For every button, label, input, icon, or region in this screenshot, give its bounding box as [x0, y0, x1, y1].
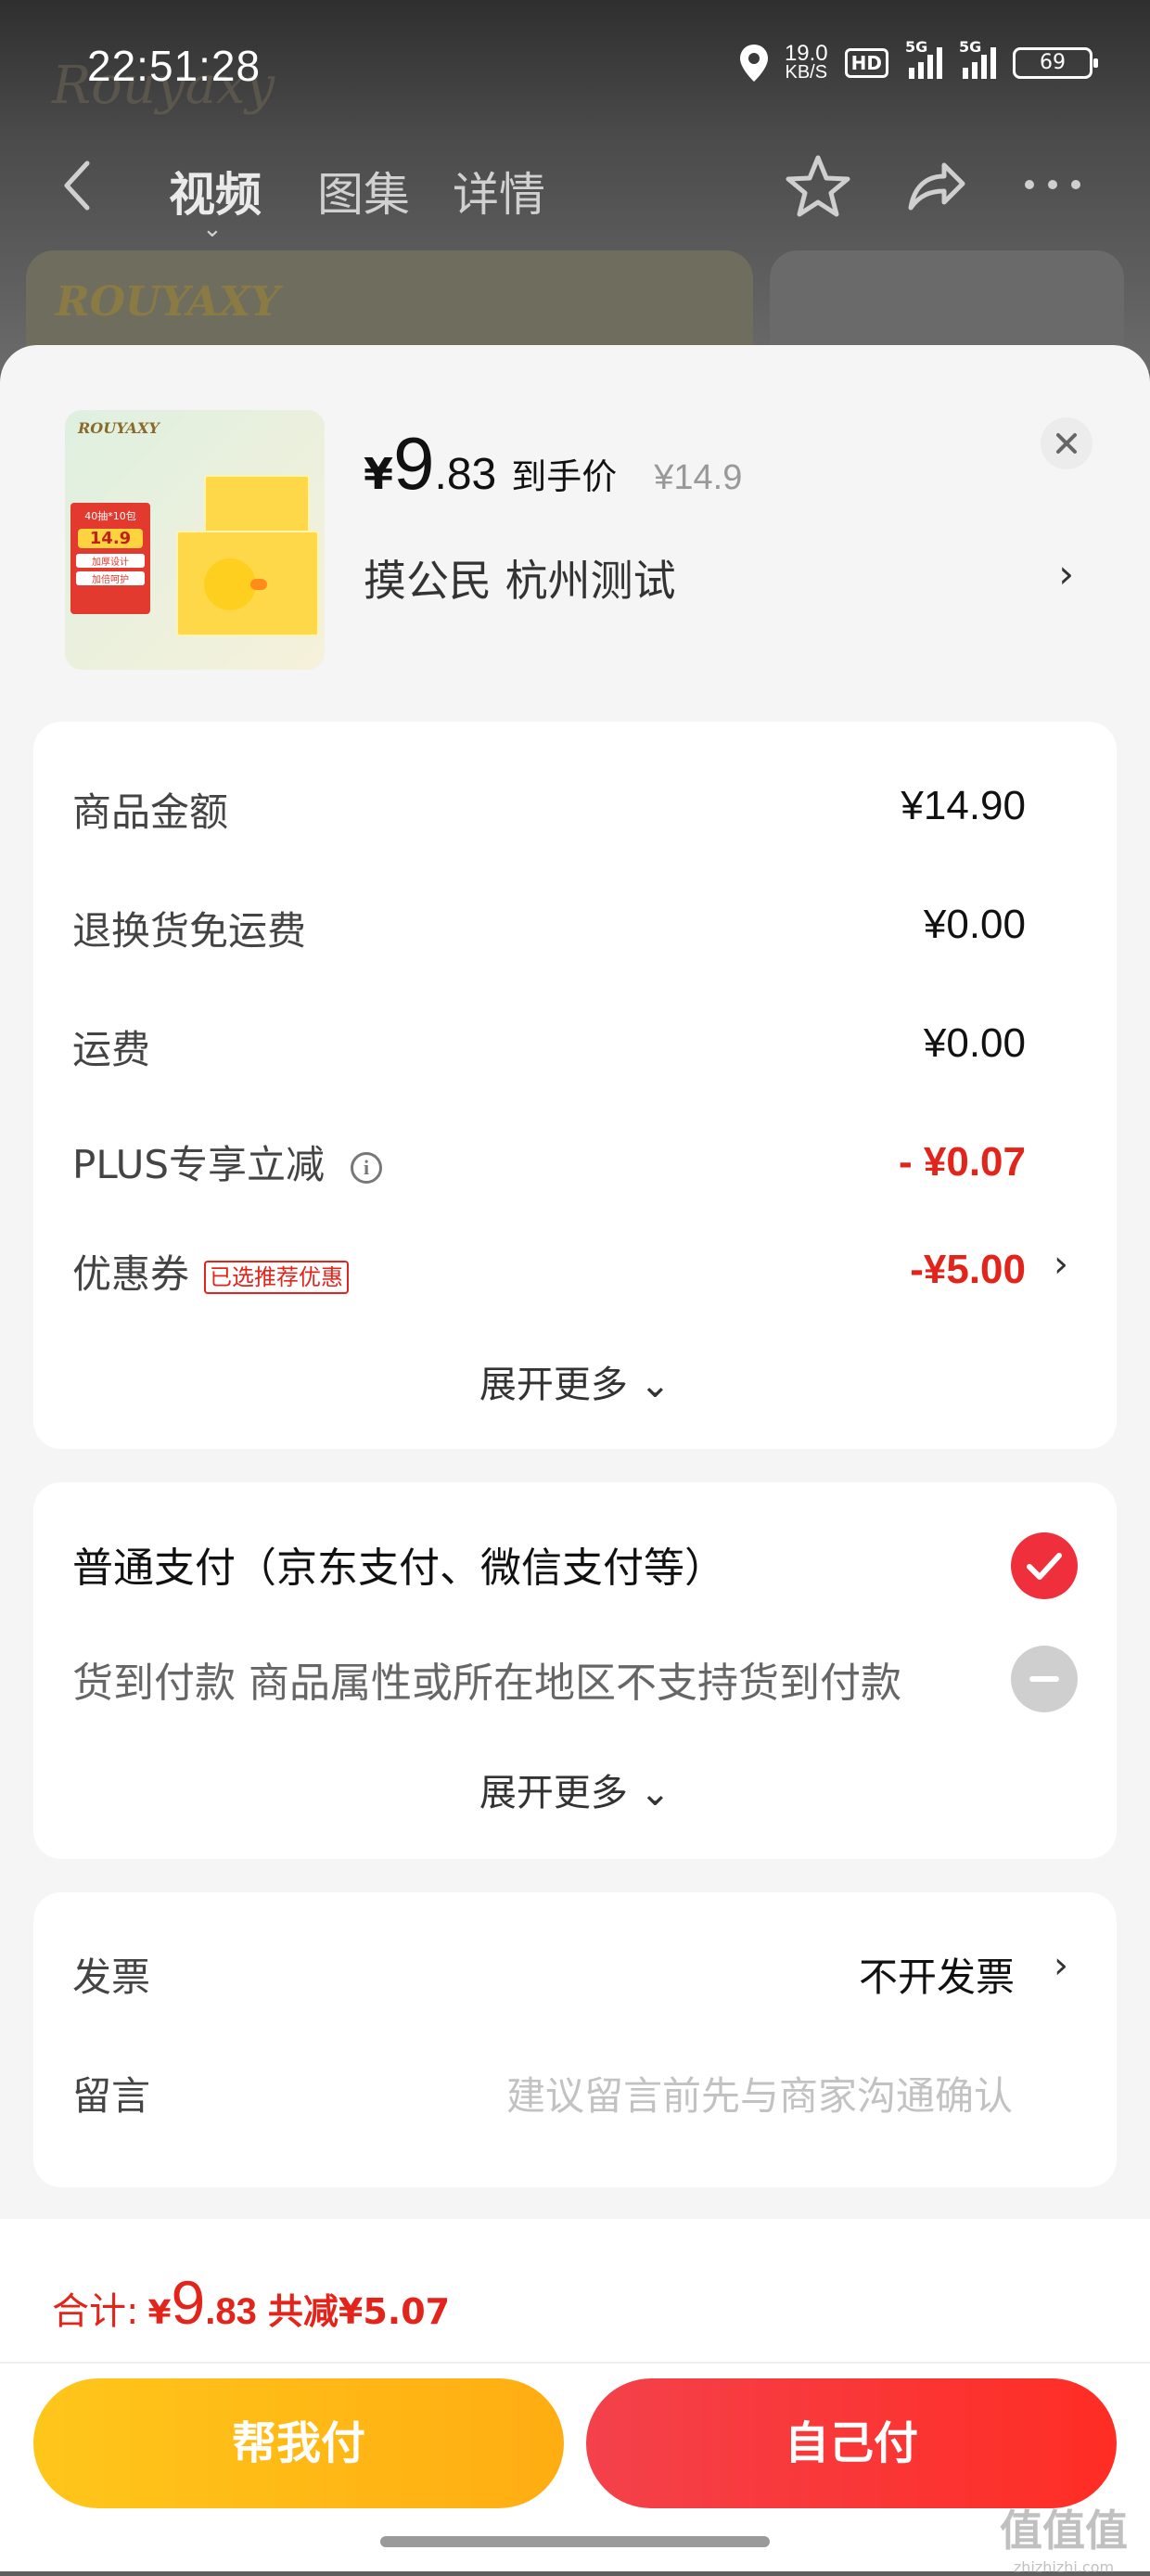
summary-row-value-coupon[interactable]: -¥5.00 — [910, 1247, 1026, 1293]
self-pay-button[interactable]: 自己付 — [586, 2378, 1117, 2508]
price-decimal: .83 — [434, 450, 497, 499]
summary-row-coupon[interactable]: 优惠券 已选推荐优惠 — [72, 1243, 350, 1300]
summary-expand-more[interactable]: 展开更多 ⌄ — [33, 1354, 1117, 1408]
back-arrow-icon[interactable] — [59, 158, 96, 213]
coupon-chevron-right-icon[interactable]: › — [1054, 1243, 1068, 1286]
summary-row-value-plus: - ¥0.07 — [899, 1139, 1026, 1185]
thumb-brand: ROUYAXY — [78, 419, 160, 437]
duck-mascot-icon — [204, 558, 267, 610]
chevron-down-icon: ⌄ — [639, 1364, 671, 1406]
checkout-bar: 合计: ¥ 9 .83 共减¥5.07 帮我付 自己付 值值值 zhizhizh… — [0, 2219, 1150, 2576]
summary-row-label-return-shipping: 退换货免运费 — [72, 908, 307, 954]
check-icon — [1027, 1553, 1062, 1580]
total-integer: 9 — [171, 2268, 206, 2337]
site-watermark: 值值值 zhizhizhi.com — [1000, 2497, 1128, 2576]
price-tag-label: 到手价 — [511, 456, 618, 497]
summary-row-label-plus: PLUS专享立减 — [72, 1142, 326, 1187]
thumb-tag-2: 加倍呵护 — [76, 571, 145, 585]
message-label: 留言 — [72, 2073, 151, 2119]
payment-expand-label: 展开更多 — [479, 1772, 628, 1814]
status-time: 22:51:28 — [87, 42, 262, 90]
shipping-address[interactable]: 摸公民 杭州测试 — [364, 547, 676, 609]
address-chevron-right-icon[interactable]: › — [1058, 551, 1074, 596]
tab-details[interactable]: 详情 — [453, 158, 545, 224]
divider — [0, 2362, 1150, 2364]
product-thumbnail: ROUYAXY 40抽*10包 14.9 加厚设计 加倍呵护 — [65, 410, 325, 670]
final-price: ¥ 9 .83 到手价 ¥14.9 — [364, 421, 742, 506]
net-speed-value: 19.0 — [784, 41, 828, 66]
thumb-promo-badge: 40抽*10包 14.9 加厚设计 加倍呵护 — [70, 503, 150, 614]
status-icons: 19.0 KB/S HD 5G 5G 69 — [739, 38, 1098, 83]
summary-row-value-return-shipping: ¥0.00 — [923, 902, 1026, 947]
signal-5g-icon: 5G — [905, 38, 942, 79]
price-summary-card: 商品金额 ¥14.90 退换货免运费 ¥0.00 运费 ¥0.00 PLUS专享… — [33, 722, 1117, 1449]
watermark-sub: zhizhizhi.com — [1013, 2558, 1115, 2576]
close-icon — [1056, 433, 1077, 454]
payment-expand-more[interactable]: 展开更多 ⌄ — [33, 1762, 1117, 1816]
status-bar: 22:51:28 19.0 KB/S HD 5G 5G 69 — [0, 0, 1150, 130]
summary-row-label-coupon: 优惠券 — [72, 1251, 190, 1297]
help-pay-button[interactable]: 帮我付 — [33, 2378, 564, 2508]
summary-expand-label: 展开更多 — [479, 1364, 628, 1406]
net-speed: 19.0 KB/S — [784, 41, 828, 83]
summary-row-label-shipping: 运费 — [72, 1027, 151, 1072]
payment-option-normal[interactable]: 普通支付（京东支付、微信支付等） — [72, 1534, 725, 1594]
signal-5g-icon-2: 5G — [959, 38, 996, 79]
invoice-value[interactable]: 不开发票 — [859, 1946, 1015, 2003]
total-discount: 共减¥5.07 — [267, 2291, 451, 2332]
invoice-message-card: 发票 不开发票 › 留言 建议留言前先与商家沟通确认 — [33, 1892, 1117, 2187]
share-icon[interactable] — [905, 154, 966, 215]
summary-row-value-shipping: ¥0.00 — [923, 1020, 1026, 1066]
location-icon — [739, 45, 768, 82]
background-brand-logo: ROUYAXY — [56, 278, 280, 326]
invoice-chevron-right-icon[interactable]: › — [1054, 1944, 1068, 1987]
watermark-text: 值值值 — [1000, 2506, 1128, 2556]
payment-method-card: 普通支付（京东支付、微信支付等） 货到付款 商品属性或所在地区不支持货到付款 展… — [33, 1482, 1117, 1859]
summary-row-plus: PLUS专享立减 i — [72, 1134, 383, 1190]
thumb-tag-1: 加厚设计 — [76, 554, 145, 568]
coupon-selected-badge: 已选推荐优惠 — [204, 1260, 350, 1294]
more-icon[interactable] — [1020, 154, 1085, 215]
payment-option-cod: 货到付款 商品属性或所在地区不支持货到付款 — [72, 1660, 901, 1707]
summary-row-label-goods: 商品金额 — [72, 789, 229, 835]
home-indicator[interactable] — [380, 2536, 770, 2547]
price-currency: ¥ — [364, 449, 394, 499]
invoice-label: 发票 — [72, 1954, 151, 2000]
signal-label: 5G — [905, 38, 928, 56]
info-icon[interactable]: i — [351, 1151, 383, 1184]
hd-voice-icon: HD — [844, 48, 888, 78]
total-label: 合计: — [52, 2290, 139, 2333]
net-speed-unit: KB/S — [785, 62, 828, 83]
chevron-down-icon: ⌄ — [639, 1772, 671, 1814]
star-icon[interactable] — [785, 154, 851, 219]
close-button[interactable] — [1041, 417, 1092, 469]
product-nav-bar: 视频 ⌄ 图集 详情 — [0, 139, 1150, 243]
summary-row-value-goods: ¥14.90 — [901, 783, 1026, 828]
thumb-price: 14.9 — [78, 529, 143, 548]
battery-icon: 69 — [1013, 47, 1098, 79]
total-decimal: .83 — [205, 2291, 257, 2332]
signal-label-2: 5G — [959, 38, 982, 56]
payment-cod-disabled-icon — [1011, 1646, 1078, 1712]
total-currency: ¥ — [147, 2294, 172, 2332]
original-price: ¥14.9 — [654, 458, 743, 497]
price-integer: 9 — [393, 422, 435, 505]
product-pack-image — [204, 475, 310, 534]
thumb-promo-line: 40抽*10包 — [84, 510, 136, 522]
total-price: 合计: ¥ 9 .83 共减¥5.07 — [52, 2267, 450, 2338]
message-input[interactable]: 建议留言前先与商家沟通确认 — [506, 2065, 1013, 2121]
tab-video-chevron-icon: ⌄ — [202, 215, 223, 243]
tab-gallery[interactable]: 图集 — [317, 158, 410, 224]
payment-normal-checkbox[interactable] — [1011, 1532, 1078, 1599]
